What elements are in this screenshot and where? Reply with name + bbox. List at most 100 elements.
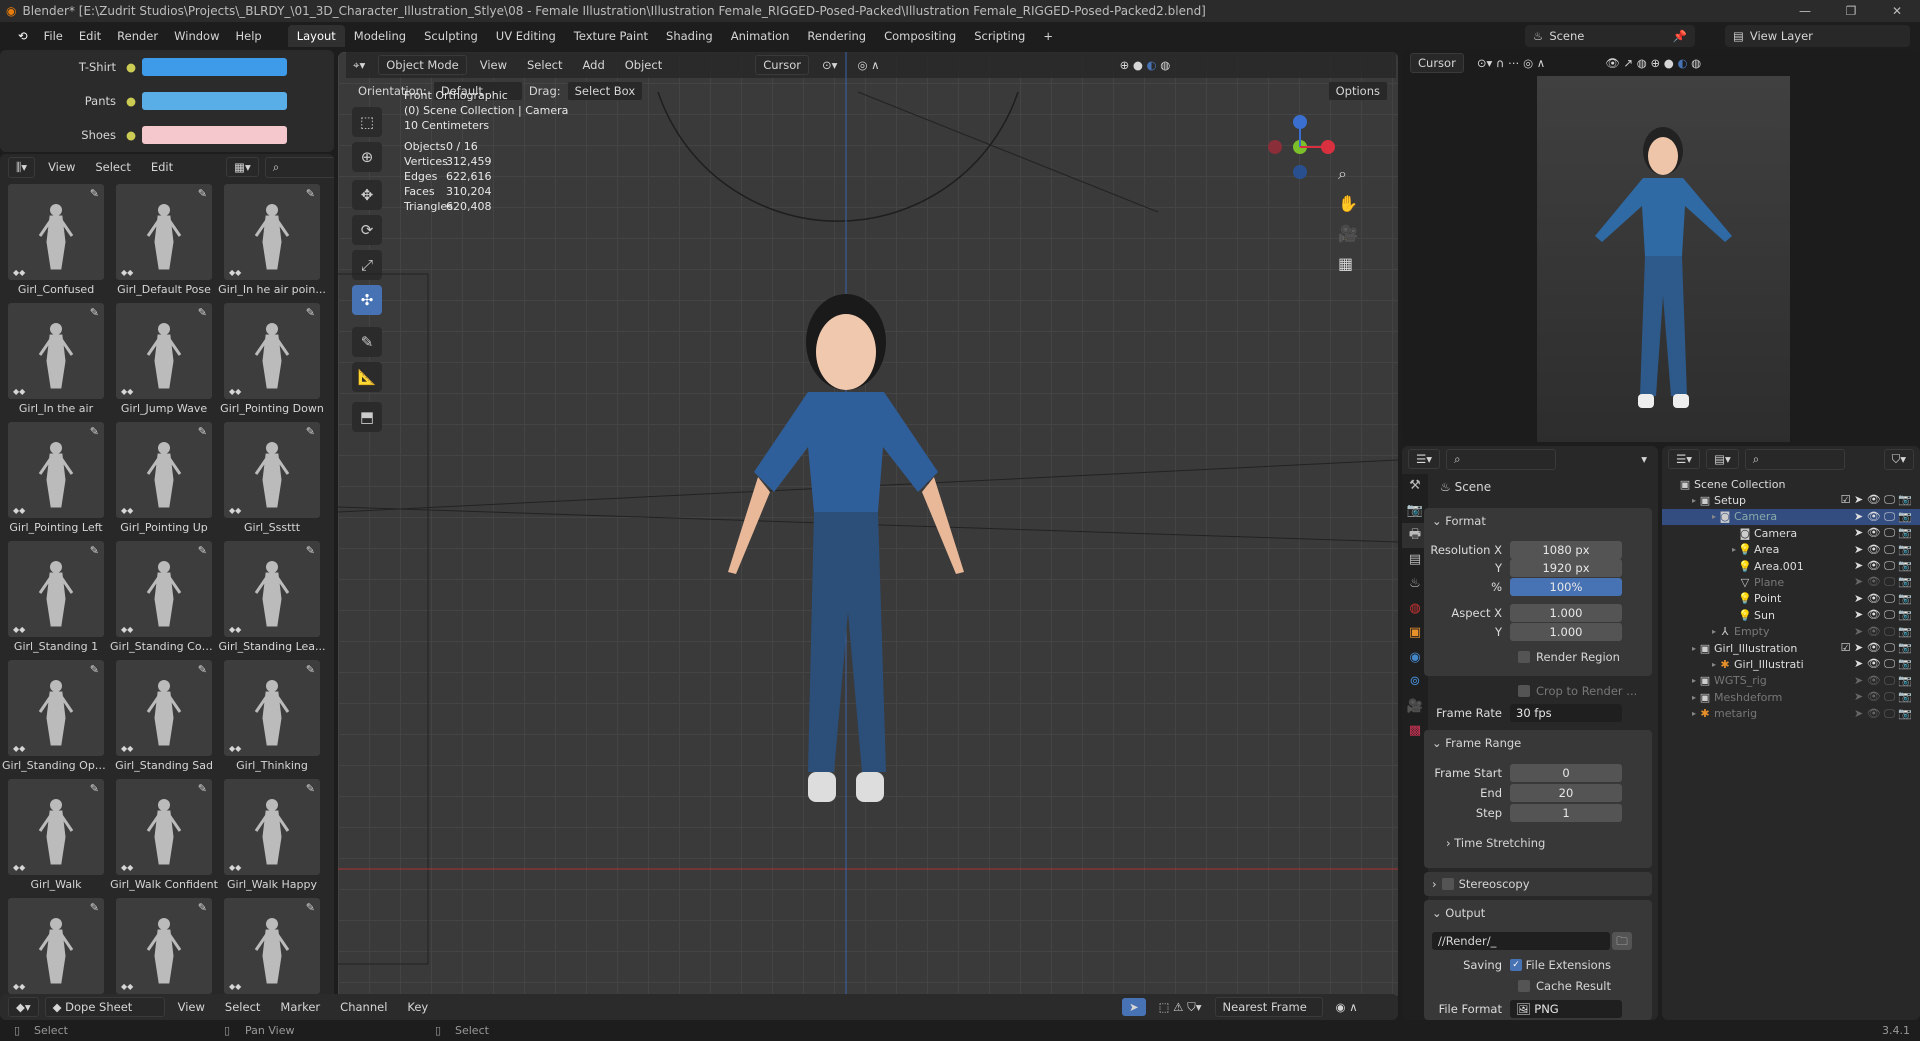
outliner-item[interactable]: ▸ ▣ Meshdeform ➤ 👁 🖵 📷 [1662,689,1920,705]
expand-arrow-icon[interactable]: ▸ [1662,627,1716,636]
time-stretching-subpanel[interactable]: › Time Stretching [1446,836,1545,850]
visibility-icons[interactable]: ➤ 👁 🖵 📷 [1854,608,1912,622]
field-value[interactable]: 20 [1510,784,1622,802]
edit-icon[interactable]: ✎ [90,663,99,676]
field-value[interactable]: 0 [1510,764,1622,782]
tab-modeling[interactable]: Modeling [345,25,415,47]
keyframe-dot-icon[interactable]: ● [126,128,136,142]
edit-icon[interactable]: ✎ [198,782,207,795]
expand-arrow-icon[interactable]: ▸ [1662,545,1736,554]
stereoscopy-checkbox[interactable] [1441,878,1454,890]
asset-thumbnail[interactable]: ✎ ◆◆ [8,779,104,875]
visibility-icons[interactable]: ➤ 👁 🖵 📷 [1854,575,1912,589]
visibility-icons[interactable]: ☑ ➤ 👁 🖵 📷 [1841,493,1912,507]
file-format-dropdown[interactable]: 🖼 PNG [1510,1000,1622,1018]
format-panel-title[interactable]: ⌄ Format [1432,514,1486,528]
close-button[interactable]: ✕ [1874,0,1920,22]
menu-channel[interactable]: Channel [333,998,394,1016]
asset-thumbnail[interactable]: ✎ ◆◆ [224,184,320,280]
edit-icon[interactable]: ✎ [90,306,99,319]
visibility-icons[interactable]: ➤ 👁 🖵 📷 [1854,707,1912,721]
crop-to-render-checkbox[interactable]: Crop to Render ... [1518,682,1637,700]
asset-thumbnail[interactable]: ✎ ◆◆ [116,541,212,637]
stereoscopy-panel[interactable]: › Stereoscopy [1424,872,1652,896]
tab-texture-paint[interactable]: Texture Paint [565,25,657,47]
menu-key[interactable]: Key [400,998,435,1016]
outliner-item[interactable]: 💡 Point ➤ 👁 🖵 📷 [1662,591,1920,607]
shading-mode-icon[interactable]: 👁 ↗ ◍ ⊕ ● ◐ ◍ [1598,54,1708,72]
outliner-item[interactable]: ▸ ✱ Girl_Illustrati ➤ 👁 🖵 📷 [1662,656,1920,672]
edit-icon[interactable]: ✎ [306,306,315,319]
tab-uv-editing[interactable]: UV Editing [487,25,565,47]
frame-range-title[interactable]: ⌄ Frame Range [1432,736,1521,750]
pivot-dropdown[interactable]: Cursor [1410,53,1464,73]
search-icon[interactable]: ⌕ [1446,448,1557,470]
folder-icon[interactable]: 🗀 [1612,932,1632,950]
field-value[interactable]: 1920 px [1510,559,1622,577]
field-value[interactable]: 100% [1510,578,1622,596]
editor-type-icon[interactable]: ⫼▾ [8,156,36,178]
asset-thumbnail[interactable]: ✎ ◆◆ [116,184,212,280]
editor-type-icon[interactable]: ☰▾ [1408,449,1441,469]
asset-thumbnail[interactable]: ✎ ◆◆ [116,422,212,518]
search-icon[interactable]: ⌕ [1744,448,1845,470]
asset-thumbnail[interactable]: ✎ ◆◆ [8,898,104,994]
display-mode-icon[interactable]: ▤▾ [1706,449,1739,469]
asset-thumbnail[interactable]: ✎ ◆◆ [8,422,104,518]
expand-arrow-icon[interactable]: ▸ [1662,676,1696,685]
filter-icon[interactable]: ⬚ ⚠ ⛉▾ [1152,998,1209,1017]
asset-thumbnail[interactable]: ✎ ◆◆ [116,303,212,399]
expand-arrow-icon[interactable]: ▸ [1662,644,1696,653]
outliner-item[interactable]: ▸ ▣ Setup ☑ ➤ 👁 🖵 📷 [1662,492,1920,508]
edit-icon[interactable]: ✎ [306,663,315,676]
color-swatch[interactable] [142,92,288,110]
file-extensions-checkbox[interactable]: Saving ✓ File Extensions [1424,956,1611,974]
edit-icon[interactable]: ✎ [306,187,315,200]
edit-icon[interactable]: ✎ [198,901,207,914]
scene-selector[interactable]: ♨ Scene 📌 [1525,25,1695,47]
frame-rate-dropdown[interactable]: 30 fps [1510,704,1622,722]
tab-compositing[interactable]: Compositing [875,25,965,47]
render-region-checkbox[interactable]: Render Region [1518,648,1620,666]
visibility-icons[interactable]: ☑ ➤ 👁 🖵 📷 [1841,641,1912,655]
filter-icon[interactable]: ⛉▾ [1883,448,1914,470]
menu-edit[interactable]: Edit [71,29,109,43]
edit-icon[interactable]: ✎ [198,544,207,557]
outliner-item[interactable]: ▣ Scene Collection [1662,476,1920,492]
color-swatch[interactable] [142,58,288,76]
edit-icon[interactable]: ✎ [306,425,315,438]
asset-thumbnail[interactable]: ✎ ◆◆ [116,898,212,994]
expand-arrow-icon[interactable]: ▸ [1662,496,1696,505]
edit-icon[interactable]: ✎ [306,901,315,914]
menu-edit[interactable]: Edit [144,158,180,176]
expand-arrow-icon[interactable]: ▸ [1662,512,1716,521]
editor-type-icon[interactable]: ◆▾ [8,997,39,1017]
menu-view[interactable]: View [41,158,82,176]
proportional-edit-icon[interactable]: ◉ ∧ [1329,998,1365,1016]
ortho-grid-icon[interactable]: ▦ [1338,254,1353,273]
edit-icon[interactable]: ✎ [198,187,207,200]
menu-window[interactable]: Window [166,29,227,43]
maximize-button[interactable]: ❐ [1828,0,1874,22]
edit-icon[interactable]: ✎ [90,544,99,557]
visibility-icons[interactable]: ➤ 👁 🖵 📷 [1854,526,1912,540]
tab-animation[interactable]: Animation [722,25,799,47]
edit-icon[interactable]: ✎ [90,901,99,914]
asset-thumbnail[interactable]: ✎ ◆◆ [224,422,320,518]
outliner-item[interactable]: ▸ ⅄ Empty ➤ 👁 🖵 📷 [1662,624,1920,640]
visibility-icons[interactable]: ➤ 👁 🖵 📷 [1854,559,1912,573]
edit-icon[interactable]: ✎ [198,425,207,438]
search-icon[interactable]: ⌕ [264,156,334,178]
outliner-item[interactable]: ◙ Camera ➤ 👁 🖵 📷 [1662,525,1920,541]
field-value[interactable]: 1 [1510,804,1622,822]
menu-view[interactable]: View [171,998,212,1016]
outliner-item[interactable]: ▸ ✱ metarig ➤ 👁 🖵 📷 [1662,706,1920,722]
minimize-button[interactable]: — [1782,0,1828,22]
outliner-item[interactable]: ▸ ▣ Girl_Illustration ☑ ➤ 👁 🖵 📷 [1662,640,1920,656]
asset-thumbnail[interactable]: ✎ ◆◆ [116,779,212,875]
menu-render[interactable]: Render [109,29,166,43]
edit-icon[interactable]: ✎ [306,782,315,795]
edit-icon[interactable]: ✎ [90,782,99,795]
tab-layout[interactable]: Layout [287,25,345,47]
keyframe-dot-icon[interactable]: ● [126,60,136,74]
